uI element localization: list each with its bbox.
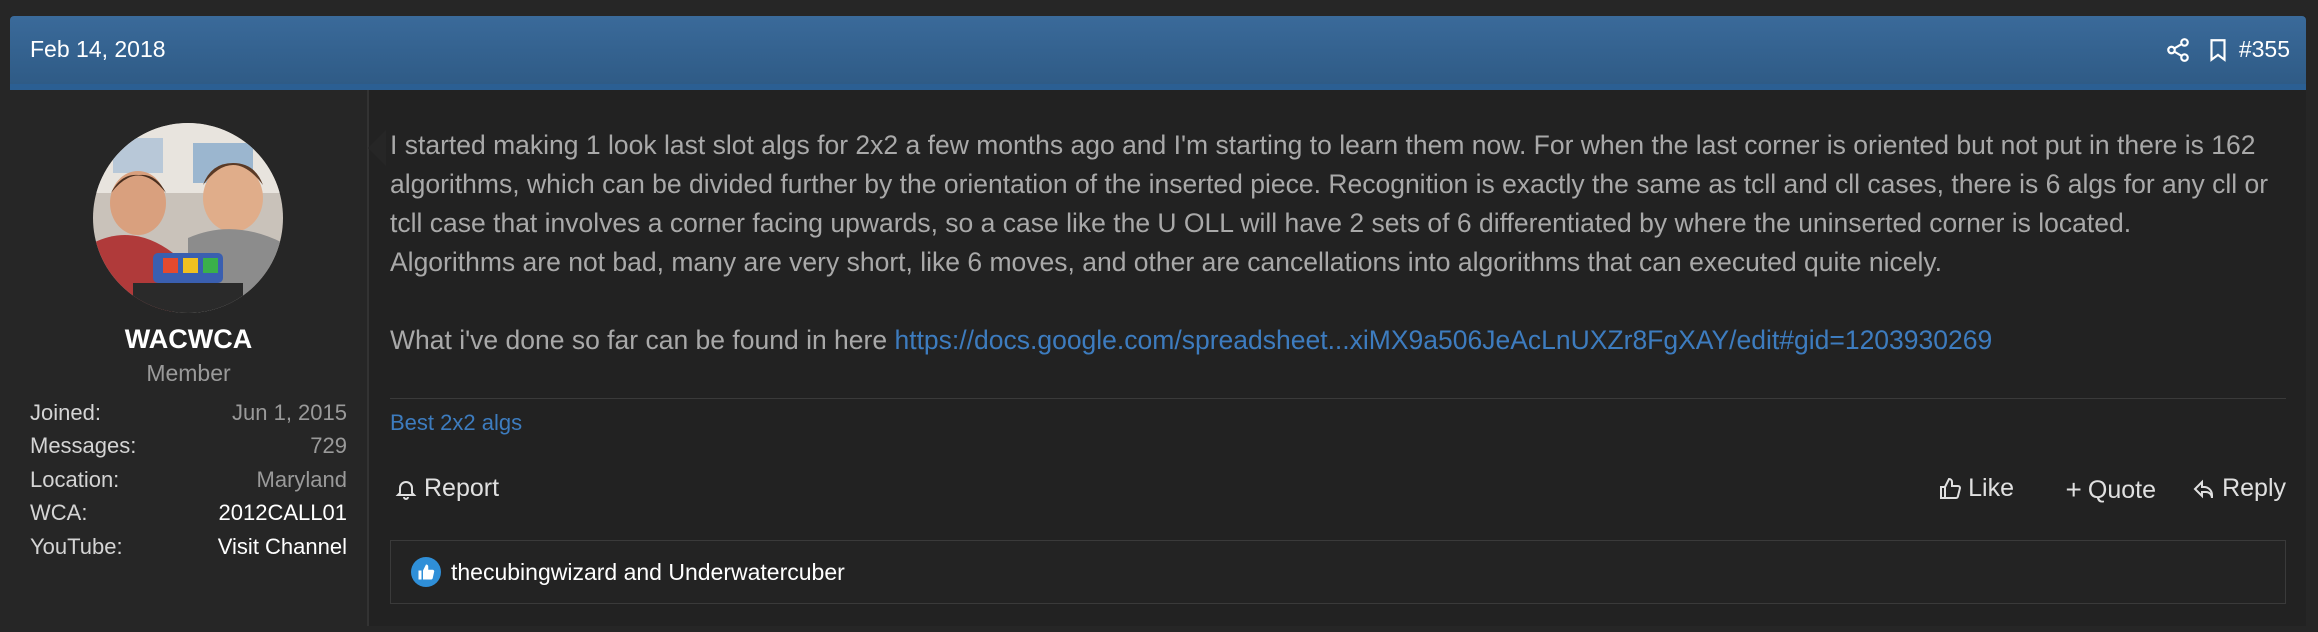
stat-value: 2012CALL01 xyxy=(218,500,347,526)
signature-link[interactable]: Best 2x2 algs xyxy=(390,410,522,436)
quote-button[interactable]: + Quote xyxy=(2066,474,2156,506)
post-actions: Report Like + Quote Reply xyxy=(390,474,2286,514)
message-paragraph: What i've done so far can be found in he… xyxy=(390,321,2290,360)
thumbs-up-icon xyxy=(1940,477,1962,499)
user-stats: Joined: Jun 1, 2015 Messages: 729 Locati… xyxy=(30,396,347,564)
stat-label: Location: xyxy=(30,466,120,492)
post-header: Feb 14, 2018 #355 xyxy=(10,16,2306,90)
post-date[interactable]: Feb 14, 2018 xyxy=(30,36,166,63)
quote-label: Quote xyxy=(2087,475,2156,504)
message-text: What i've done so far can be found in he… xyxy=(390,325,895,355)
stat-wca: WCA: 2012CALL01 xyxy=(30,497,347,531)
stat-value: Jun 1, 2015 xyxy=(232,399,347,425)
bell-icon xyxy=(395,480,417,500)
like-reaction-icon xyxy=(411,557,441,587)
reply-icon xyxy=(2193,479,2214,498)
signature-divider xyxy=(390,398,2286,399)
share-icon[interactable] xyxy=(2161,33,2195,67)
stat-messages: Messages: 729 xyxy=(30,430,347,464)
message-body: I started making 1 look last slot algs f… xyxy=(390,126,2290,360)
like-label: Like xyxy=(1968,474,2014,502)
stat-label: Messages: xyxy=(30,433,137,459)
reactions-bar[interactable]: thecubingwizard and Underwatercuber xyxy=(390,540,2286,604)
reaction-users[interactable]: thecubingwizard and Underwatercuber xyxy=(451,559,845,586)
report-label: Report xyxy=(424,474,500,502)
stat-label: YouTube: xyxy=(30,533,123,559)
post-number[interactable]: #355 xyxy=(2239,36,2290,63)
post-content: I started making 1 look last slot algs f… xyxy=(390,90,2286,604)
stat-value[interactable]: 729 xyxy=(310,433,347,459)
reply-label: Reply xyxy=(2222,474,2286,502)
stat-location: Location: Maryland xyxy=(30,463,347,497)
stat-value[interactable]: Maryland xyxy=(257,467,347,493)
report-button[interactable]: Report xyxy=(394,474,499,503)
post: Feb 14, 2018 #355 WACWCA Member Joined: … xyxy=(10,16,2306,626)
like-button[interactable]: Like xyxy=(1938,474,2014,503)
stat-label: WCA: xyxy=(30,500,88,526)
user-sidebar: WACWCA Member Joined: Jun 1, 2015 Messag… xyxy=(10,90,386,626)
bookmark-icon[interactable] xyxy=(2201,33,2235,67)
avatar[interactable] xyxy=(93,123,283,313)
message-paragraph: Algorithms are not bad, many are very sh… xyxy=(390,247,1943,277)
stat-youtube: YouTube: Visit Channel xyxy=(30,530,347,564)
stat-label: Joined: xyxy=(30,399,101,425)
stat-joined: Joined: Jun 1, 2015 xyxy=(30,396,347,430)
username[interactable]: WACWCA xyxy=(10,324,367,355)
youtube-link[interactable]: Visit Channel xyxy=(218,534,347,560)
reply-button[interactable]: Reply xyxy=(2192,474,2286,503)
user-title: Member xyxy=(146,360,231,386)
message-paragraph: I started making 1 look last slot algs f… xyxy=(390,130,2269,238)
plus-icon: + xyxy=(2065,474,2082,505)
spreadsheet-link[interactable]: https://docs.google.com/spreadsheet...xi… xyxy=(894,325,1992,355)
